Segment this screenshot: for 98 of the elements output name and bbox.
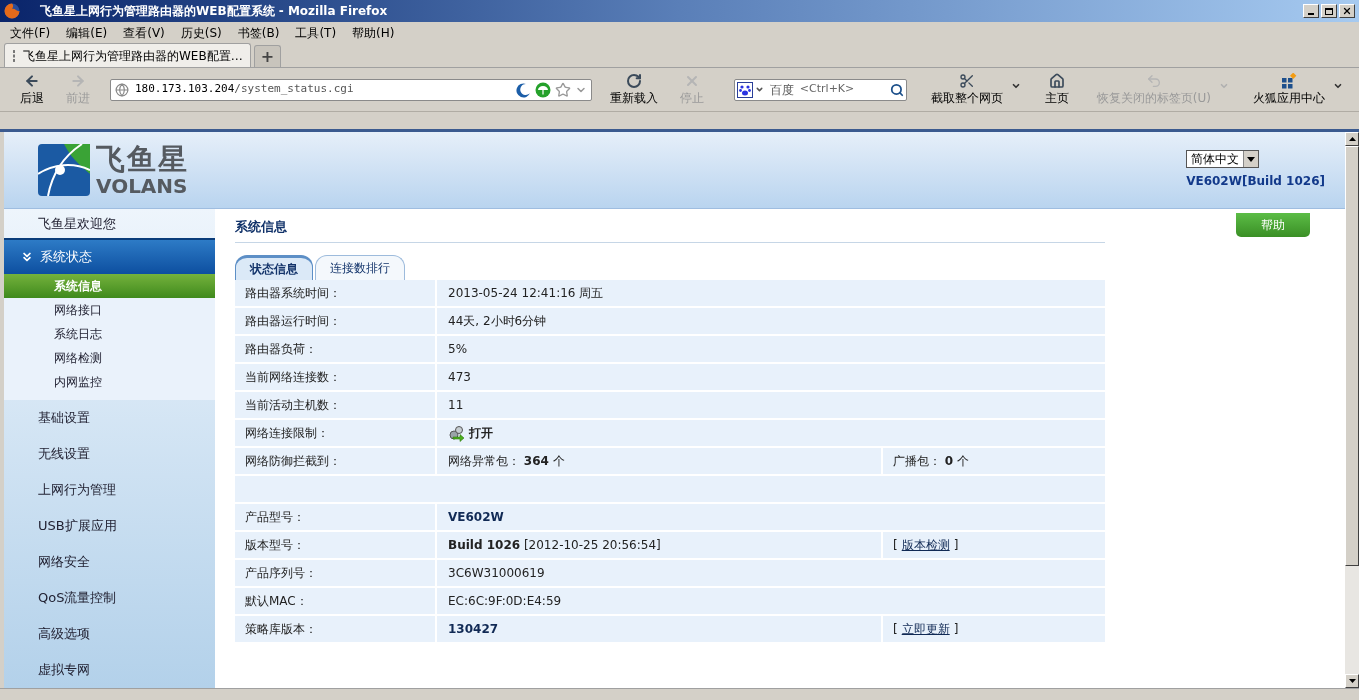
value-text: EC:6C:9F:0D:E4:59: [448, 593, 562, 610]
toolbar-button[interactable]: 主页: [1040, 73, 1073, 106]
bookmark-star-icon[interactable]: [554, 81, 571, 98]
menu-item[interactable]: 编辑(E): [66, 24, 108, 42]
action-link[interactable]: 版本检测: [901, 536, 950, 554]
logo-title: 飞鱼星: [96, 144, 189, 174]
window-title: 飞鱼星上网行为管理路由器的WEB配置系统 - Mozilla Firefox: [40, 3, 388, 20]
tab[interactable]: 连接数排行: [315, 255, 405, 280]
sidebar-item[interactable]: 虚拟专网: [4, 652, 215, 688]
value-text: VE602W: [448, 509, 504, 526]
browser-logo-icon: [4, 3, 20, 19]
sidebar-subitem[interactable]: 内网监控: [4, 370, 215, 394]
field-label: 策略库版本：: [245, 621, 317, 638]
apps-icon: [1281, 73, 1297, 89]
link-status-icon: [448, 424, 465, 442]
scroll-up-icon[interactable]: [1348, 137, 1356, 141]
bracket-text: [: [893, 537, 898, 554]
sidebar-item[interactable]: 上网行为管理: [4, 472, 215, 508]
reload-icon: [625, 73, 642, 89]
globe-icon: [115, 82, 129, 97]
field-label: 网络防御拦截到：: [245, 453, 341, 470]
sidebar-subitem[interactable]: 网络检测: [4, 346, 215, 370]
value-text: 473: [448, 369, 471, 386]
menu-item[interactable]: 文件(F): [10, 24, 51, 42]
search-icon[interactable]: [889, 82, 904, 97]
sidebar-subitem[interactable]: 网络接口: [4, 298, 215, 322]
sidebar-item[interactable]: 飞鱼星欢迎您: [4, 209, 215, 238]
tab[interactable]: 状态信息: [235, 255, 313, 280]
value-text: 11: [448, 397, 464, 414]
new-tab-button[interactable]: +: [254, 45, 281, 67]
sidebar-item[interactable]: 无线设置: [4, 436, 215, 472]
toolbar-button[interactable]: 截取整个网页: [926, 73, 1007, 106]
minimize-button[interactable]: [1303, 4, 1319, 18]
browser-tab[interactable]: 飞鱼星上网行为管理路由器的WEB配置…: [4, 43, 251, 67]
back-icon: [24, 73, 40, 89]
field-label: 默认MAC：: [245, 593, 308, 610]
field-label: 当前网络连接数：: [245, 369, 341, 386]
field-label: 路由器负荷：: [245, 341, 317, 358]
field-label: 产品序列号：: [245, 565, 317, 582]
address-bar[interactable]: 180.173.103.204/system_status.cgi: [110, 78, 592, 101]
sidebar-item[interactable]: QoS流量控制: [4, 580, 215, 616]
value-text: 网络异常包： 364 个: [448, 453, 565, 470]
forward-icon: [70, 73, 86, 89]
action-link[interactable]: 立即更新: [901, 620, 950, 638]
sidebar-item[interactable]: 系统状态: [4, 238, 215, 274]
sidebar-item[interactable]: 基础设置: [4, 400, 215, 436]
umbrella-icon: [534, 81, 551, 98]
sidebar-item[interactable]: USB扩展应用: [4, 508, 215, 544]
toolbar-button[interactable]: 火狐应用中心: [1249, 73, 1329, 106]
scrollbar[interactable]: [1345, 132, 1359, 688]
value-text: 广播包： 0 个: [893, 453, 969, 470]
value-text: 打开: [469, 425, 493, 442]
toolbar-button[interactable]: 后退: [16, 73, 48, 106]
sidebar-item[interactable]: 网络安全: [4, 544, 215, 580]
field-label: 版本型号：: [245, 537, 305, 554]
paw-icon: [736, 81, 753, 98]
dropdown-icon[interactable]: [1010, 81, 1021, 91]
chevron-icon: [20, 250, 34, 264]
search-field[interactable]: 百度 <Ctrl+K>: [733, 78, 907, 101]
home-icon: [1048, 73, 1065, 89]
menu-item[interactable]: 查看(V): [123, 24, 165, 42]
sidebar-item[interactable]: 高级选项: [4, 616, 215, 652]
field-label: 网络连接限制：: [245, 425, 329, 442]
model-version: VE602W[Build 1026]: [1186, 173, 1325, 190]
search-input[interactable]: <Ctrl+K>: [799, 81, 890, 98]
menu-item[interactable]: 历史(S): [180, 24, 222, 42]
logo-subtitle: VOLANS: [96, 175, 189, 196]
undo-icon: [1145, 73, 1162, 89]
dropdown-icon: [1243, 151, 1259, 167]
toolbar-button[interactable]: 重新载入: [605, 73, 662, 106]
dropdown-icon[interactable]: [1333, 81, 1343, 91]
logo-icon: [38, 144, 90, 196]
bracket-text: ]: [953, 621, 959, 638]
menu-item[interactable]: 帮助(H): [352, 24, 395, 42]
moon-icon: [514, 81, 531, 98]
value-text: 130427: [448, 621, 499, 638]
field-label: 当前活动主机数：: [245, 397, 341, 414]
field-label: 路由器运行时间：: [245, 313, 341, 330]
value-text: 44天, 2小时6分钟: [448, 313, 547, 330]
scroll-down-icon[interactable]: [1348, 679, 1356, 683]
field-label: 路由器系统时间：: [245, 285, 341, 302]
menu-item[interactable]: 书签(B): [237, 24, 280, 42]
value-text: 2013-05-24 12:41:16 周五: [448, 285, 604, 302]
value-text: Build 1026 [2012-10-25 20:56:54]: [448, 537, 661, 554]
close-icon: [1342, 6, 1352, 16]
value-text: 3C6W31000619: [448, 565, 545, 582]
field-label: 产品型号：: [245, 509, 305, 526]
close-button[interactable]: [1339, 4, 1355, 18]
value-text: 5%: [448, 341, 468, 358]
bracket-text: ]: [953, 537, 959, 554]
sidebar-subitem[interactable]: 系统日志: [4, 322, 215, 346]
dropdown-icon[interactable]: [754, 85, 764, 94]
scissors-icon: [958, 73, 975, 89]
bracket-text: [: [893, 621, 898, 638]
menu-item[interactable]: 工具(T): [295, 24, 337, 42]
section-title: 系统信息: [235, 217, 287, 236]
language-select[interactable]: 简体中文: [1186, 150, 1260, 168]
maximize-button[interactable]: [1321, 4, 1337, 18]
